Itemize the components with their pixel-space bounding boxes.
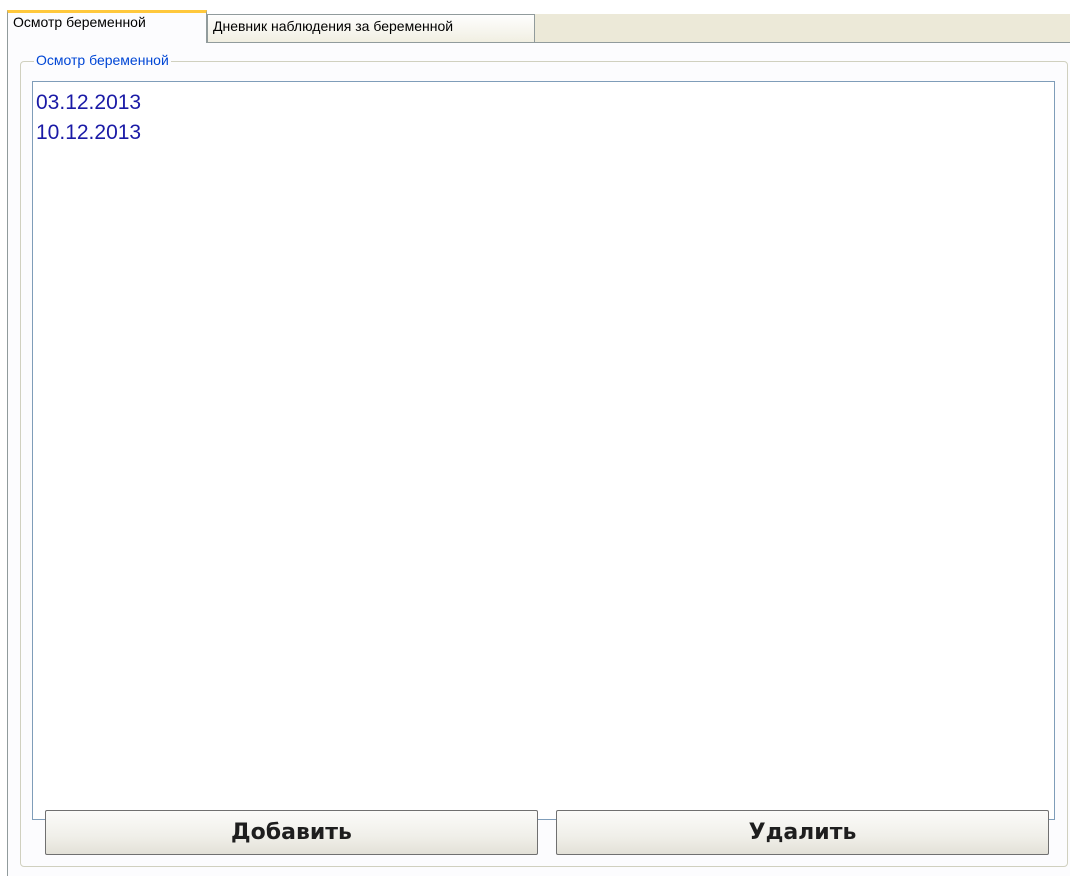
group-title: Осмотр беременной xyxy=(34,52,171,69)
tab-label: Осмотр беременной xyxy=(13,14,146,30)
tab-strip-background xyxy=(535,14,1070,42)
exam-dates-list[interactable]: 03.12.2013 10.12.2013 xyxy=(32,81,1055,820)
tab-pregnancy-diary[interactable]: Дневник наблюдения за беременной xyxy=(207,14,535,42)
list-items: 03.12.2013 10.12.2013 xyxy=(33,82,1054,148)
list-item[interactable]: 10.12.2013 xyxy=(33,118,1054,148)
tab-label: Дневник наблюдения за беременной xyxy=(213,18,454,34)
app-window: Дневник наблюдения за беременной Осмотр … xyxy=(0,0,1070,876)
tab-pregnancy-exam[interactable]: Осмотр беременной xyxy=(7,10,207,43)
delete-button[interactable]: Удалить xyxy=(556,810,1049,855)
list-item[interactable]: 03.12.2013 xyxy=(33,88,1054,118)
tab-strip: Дневник наблюдения за беременной Осмотр … xyxy=(0,0,1070,43)
add-button[interactable]: Добавить xyxy=(45,810,538,855)
